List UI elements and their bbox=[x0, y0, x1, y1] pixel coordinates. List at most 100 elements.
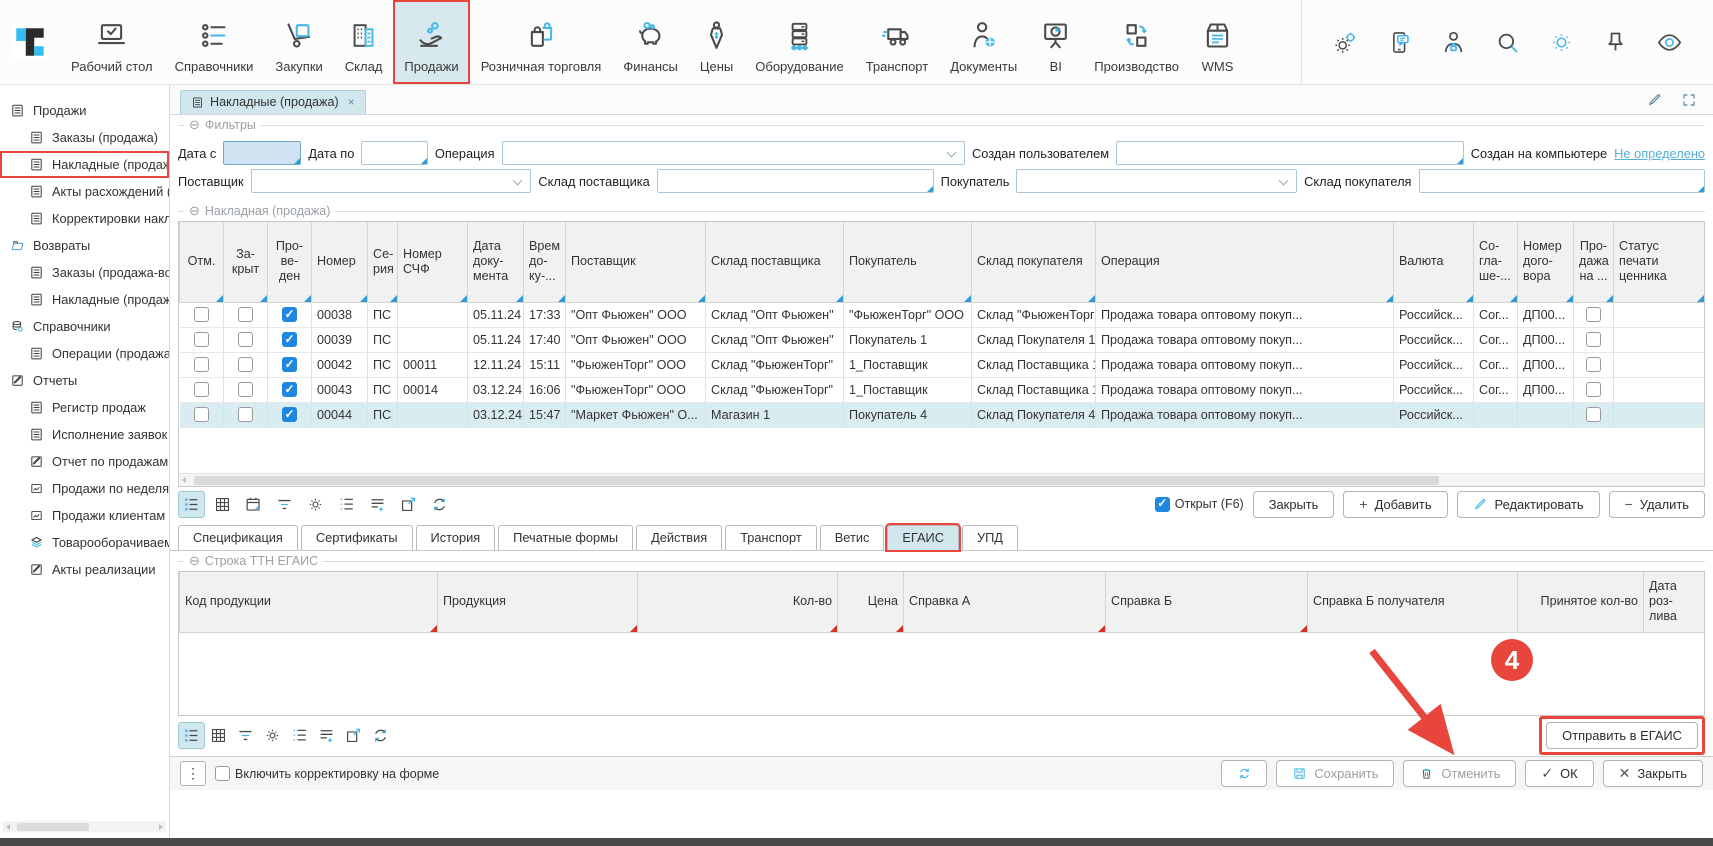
sidebar-item-discrepancy-acts[interactable]: Акты расхождений (п bbox=[0, 178, 169, 205]
column-header[interactable]: Дата роз- лива bbox=[1644, 572, 1705, 632]
mark-checkbox[interactable] bbox=[194, 382, 209, 397]
more-menu-button[interactable]: ⋮ bbox=[180, 761, 206, 786]
sale-checkbox[interactable] bbox=[1586, 382, 1601, 397]
table-horizontal-scrollbar[interactable] bbox=[179, 473, 1704, 486]
device-messages-icon[interactable] bbox=[1386, 29, 1413, 56]
sidebar-item-orders-sale[interactable]: Заказы (продажа) bbox=[0, 124, 169, 151]
mark-checkbox[interactable] bbox=[194, 407, 209, 422]
ok-button[interactable]: ✓ОК bbox=[1525, 760, 1593, 787]
column-header[interactable]: Валюта bbox=[1394, 222, 1474, 302]
detail-tab[interactable]: УПД bbox=[962, 525, 1018, 550]
menu-item-production[interactable]: Производство bbox=[1083, 0, 1190, 84]
add-button[interactable]: +Добавить bbox=[1343, 491, 1447, 518]
sidebar-item-sales-report[interactable]: Отчет по продажам bbox=[0, 448, 169, 475]
sidebar-item-turnover[interactable]: Товарооборачиваем bbox=[0, 529, 169, 556]
column-header[interactable]: Склад поставщика bbox=[706, 222, 844, 302]
posted-checkbox[interactable] bbox=[282, 332, 297, 347]
operation-select[interactable] bbox=[502, 141, 966, 165]
refresh-button[interactable] bbox=[367, 722, 394, 749]
sale-checkbox[interactable] bbox=[1586, 307, 1601, 322]
filters-group-header[interactable]: ⊖Фильтры bbox=[170, 115, 1713, 135]
column-header[interactable]: Справка А bbox=[904, 572, 1106, 632]
delete-button[interactable]: −Удалить bbox=[1609, 491, 1705, 518]
sidebar-item-sales-by-week[interactable]: Продажи по неделям bbox=[0, 475, 169, 502]
posted-checkbox[interactable] bbox=[282, 357, 297, 372]
close-tab-icon[interactable]: × bbox=[348, 95, 355, 109]
sidebar-item-invoice-corrections[interactable]: Корректировки накла bbox=[0, 205, 169, 232]
column-header[interactable]: Дата доку- мента bbox=[468, 222, 524, 302]
menu-item-equipment[interactable]: Оборудование bbox=[744, 0, 854, 84]
column-header[interactable]: Номер СЧФ bbox=[398, 222, 468, 302]
created-by-input[interactable] bbox=[1116, 141, 1464, 165]
menu-item-wms[interactable]: WMS bbox=[1190, 0, 1245, 84]
numbered-list-button[interactable] bbox=[333, 491, 360, 518]
refresh-button[interactable] bbox=[426, 491, 453, 518]
sidebar-item-orders-return[interactable]: Заказы (продажа-воз bbox=[0, 259, 169, 286]
column-header[interactable]: Кол-во bbox=[638, 572, 838, 632]
edit-pencil-icon[interactable] bbox=[1647, 92, 1663, 108]
menu-item-prices[interactable]: Цены bbox=[689, 0, 744, 84]
column-header[interactable]: Се- рия bbox=[368, 222, 398, 302]
table-row[interactable]: 00043 ПС 00014 03.12.24 16:06 "ФьюженТор… bbox=[180, 377, 1705, 402]
column-header[interactable]: Поставщик bbox=[566, 222, 706, 302]
menu-item-finance[interactable]: Финансы bbox=[612, 0, 689, 84]
view-table-button[interactable] bbox=[205, 722, 232, 749]
column-header[interactable]: Покупатель bbox=[844, 222, 972, 302]
visibility-icon[interactable] bbox=[1656, 29, 1683, 56]
closed-checkbox[interactable] bbox=[238, 332, 253, 347]
table-row[interactable]: 00042 ПС 00011 12.11.24 15:11 "ФьюженТор… bbox=[180, 352, 1705, 377]
enable-correction-checkbox[interactable]: Включить корректировку на форме bbox=[215, 766, 439, 781]
collapse-icon[interactable]: ⊖ bbox=[189, 553, 200, 569]
view-table-button[interactable] bbox=[209, 491, 236, 518]
close-form-button[interactable]: ✕Закрыть bbox=[1603, 760, 1703, 787]
refresh-form-button[interactable] bbox=[1221, 760, 1267, 787]
buyer-warehouse-input[interactable] bbox=[1419, 169, 1706, 193]
sidebar-item-request-fulfillment[interactable]: Исполнение заявок ( bbox=[0, 421, 169, 448]
closed-checkbox[interactable] bbox=[238, 307, 253, 322]
settings-button[interactable] bbox=[259, 722, 286, 749]
column-header[interactable]: Отм. bbox=[180, 222, 224, 302]
detail-tab[interactable]: Сертификаты bbox=[301, 525, 413, 550]
column-header[interactable]: Статус печати ценника bbox=[1614, 222, 1705, 302]
invoices-group-header[interactable]: ⊖Накладная (продажа) bbox=[170, 201, 1713, 221]
column-header[interactable]: Продукция bbox=[438, 572, 638, 632]
sidebar-item-catalogs[interactable]: Справочники bbox=[0, 313, 169, 340]
sidebar-item-invoices-sale[interactable]: Накладные (продажа bbox=[0, 151, 169, 178]
egais-group-header[interactable]: ⊖Строка ТТН ЕГАИС bbox=[170, 551, 1713, 571]
posted-checkbox[interactable] bbox=[282, 307, 297, 322]
menu-item-retail[interactable]: Розничная торговля bbox=[470, 0, 613, 84]
menu-item-catalogs[interactable]: Справочники bbox=[164, 0, 265, 84]
close-invoice-button[interactable]: Закрыть bbox=[1253, 491, 1335, 518]
sidebar-item-reports[interactable]: Отчеты bbox=[0, 367, 169, 394]
numbered-list-button[interactable] bbox=[286, 722, 313, 749]
column-header[interactable]: Справка Б bbox=[1106, 572, 1308, 632]
open-window-button[interactable] bbox=[340, 722, 367, 749]
pin-icon[interactable] bbox=[1602, 29, 1629, 56]
date-to-input[interactable] bbox=[361, 141, 428, 165]
add-list-button[interactable] bbox=[364, 491, 391, 518]
filter-button[interactable] bbox=[232, 722, 259, 749]
tab-invoices-sale[interactable]: Накладные (продажа) × bbox=[180, 90, 366, 114]
column-header[interactable]: Код продукции bbox=[180, 572, 438, 632]
user-lock-icon[interactable] bbox=[1440, 29, 1467, 56]
add-list-button[interactable] bbox=[313, 722, 340, 749]
brightness-icon[interactable] bbox=[1548, 29, 1575, 56]
menu-item-transport[interactable]: Транспорт bbox=[855, 0, 940, 84]
menu-item-purchases[interactable]: Закупки bbox=[264, 0, 333, 84]
sale-checkbox[interactable] bbox=[1586, 357, 1601, 372]
filter-button[interactable] bbox=[271, 491, 298, 518]
sale-checkbox[interactable] bbox=[1586, 407, 1601, 422]
column-header[interactable]: Номер bbox=[312, 222, 368, 302]
column-header[interactable]: Со- гла- ше-... bbox=[1474, 222, 1518, 302]
sidebar-item-realization-acts[interactable]: Акты реализации bbox=[0, 556, 169, 583]
table-row[interactable]: 00039 ПС 05.11.24 17:40 "Опт Фьюжен" ООО… bbox=[180, 327, 1705, 352]
collapse-icon[interactable]: ⊖ bbox=[189, 203, 200, 219]
send-to-egais-button[interactable]: Отправить в ЕГАИС bbox=[1546, 722, 1698, 749]
column-header[interactable]: Справка Б получателя bbox=[1308, 572, 1518, 632]
detail-tab[interactable]: История bbox=[416, 525, 496, 550]
posted-checkbox[interactable] bbox=[282, 407, 297, 422]
sidebar-item-invoices-return[interactable]: Накладные (продажа bbox=[0, 286, 169, 313]
buyer-select[interactable] bbox=[1016, 169, 1297, 193]
mark-checkbox[interactable] bbox=[194, 307, 209, 322]
fullscreen-icon[interactable] bbox=[1681, 92, 1697, 108]
